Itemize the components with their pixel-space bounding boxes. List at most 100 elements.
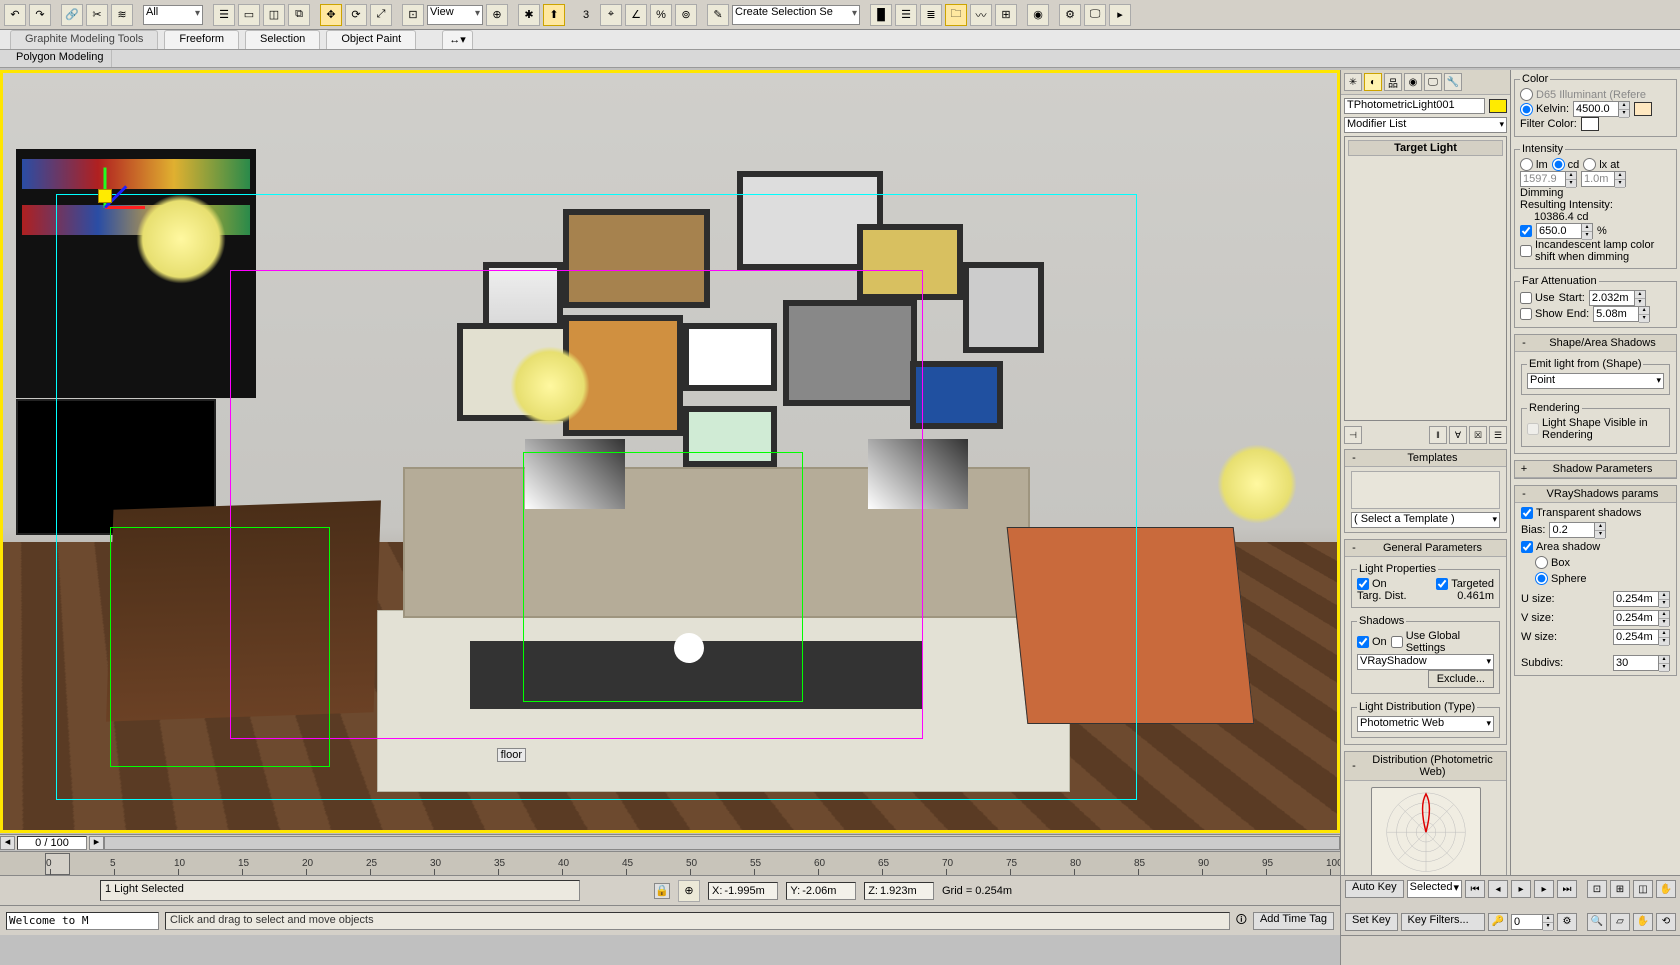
cd-radio[interactable]: cd [1552,158,1580,171]
utilities-tab-icon[interactable]: 🔧 [1444,73,1462,91]
selection-lock-icon[interactable]: 🔒 [654,883,670,899]
y-coord[interactable]: Y: [786,882,856,900]
active-viewport[interactable]: [ + ] [ VRayPhysicalCamera001 ] [ Smooth… [0,70,1340,833]
box-radio[interactable]: Box [1535,556,1570,569]
angle-snap-button[interactable]: ∠ [625,4,647,26]
shadows-on-check[interactable]: On [1357,636,1387,648]
tab-graphite[interactable]: Graphite Modeling Tools [10,30,158,49]
pivot-button[interactable]: ⊕ [486,4,508,26]
lm-radio[interactable]: lm [1520,158,1548,171]
scale-button[interactable]: ⤢ [370,4,392,26]
object-color-swatch[interactable] [1489,99,1507,113]
area-shadow-check[interactable]: Area shadow [1521,541,1670,553]
viewport-nav2[interactable]: ⊞ [1610,880,1630,898]
spinner-snap-button[interactable]: ⊚ [675,4,697,26]
redo-button[interactable]: ↷ [29,4,51,26]
selection-filter[interactable]: All [143,5,203,25]
shape-header[interactable]: -Shape/Area Shadows [1515,335,1676,352]
fov-button[interactable]: ▱ [1610,913,1630,931]
intensity-dist-spinner[interactable]: ▴▾ [1581,171,1626,187]
manipulate-button[interactable]: ✱ [518,4,540,26]
usize-spinner[interactable]: ▴▾ [1613,591,1670,607]
ribbon-sub-polymod[interactable]: Polygon Modeling [8,50,112,67]
render-button[interactable]: ▸ [1109,4,1131,26]
motion-tab-icon[interactable]: ◉ [1404,73,1422,91]
show-end-result-icon[interactable]: ‖ [1429,426,1447,444]
script-lock-icon[interactable]: 🛈 [1236,911,1247,930]
layer-manager-button[interactable]: 🗀 [945,4,967,26]
d65-radio[interactable]: D65 Illuminant (Refere [1520,88,1646,101]
undo-button[interactable]: ↶ [4,4,26,26]
att-end-spinner[interactable]: ▴▾ [1593,306,1650,322]
kelvin-swatch[interactable] [1634,102,1652,116]
unlink-button[interactable]: ✂ [86,4,108,26]
general-params-header[interactable]: -General Parameters [1345,540,1506,557]
template-select[interactable]: ( Select a Template ) [1351,512,1500,528]
select-button[interactable]: ▭ [238,4,260,26]
rendered-frame-button[interactable]: 🖵 [1084,4,1106,26]
filter-swatch[interactable] [1581,117,1599,131]
render-setup-button[interactable]: ⚙ [1059,4,1081,26]
zoom-button[interactable]: 🔍 [1587,913,1607,931]
dist-web-header[interactable]: -Distribution (Photometric Web) [1345,752,1506,781]
trackbar-track[interactable] [104,836,1340,850]
layers-button[interactable]: ≣ [920,4,942,26]
auto-key-button[interactable]: Auto Key [1345,880,1404,898]
tab-object-paint[interactable]: Object Paint [326,30,416,49]
modifier-stack[interactable]: Target Light [1344,136,1507,421]
named-sel-button[interactable]: ✎ [707,4,729,26]
key-filter-select[interactable]: Selected [1407,880,1462,898]
time-tag-button[interactable]: Add Time Tag [1253,912,1334,930]
targeted-check[interactable]: Targeted [1436,578,1494,590]
set-key-button[interactable]: Set Key [1345,913,1398,931]
x-coord[interactable]: X: [708,882,778,900]
modifier-list[interactable]: Modifier List [1344,117,1507,133]
material-editor-button[interactable]: ◉ [1027,4,1049,26]
frame-display[interactable] [17,836,87,850]
move-button[interactable]: ✥ [320,4,342,26]
configure-sets-icon[interactable]: ☰ [1489,426,1507,444]
att-show-check[interactable]: Show [1520,308,1563,320]
window-crossing-button[interactable]: ⧉ [288,4,310,26]
kelvin-spinner[interactable]: ▴▾ [1573,101,1630,117]
display-tab-icon[interactable]: 🖵 [1424,73,1442,91]
ref-coord-button[interactable]: ⊡ [402,4,424,26]
kelvin-radio[interactable]: Kelvin: [1520,103,1569,116]
bind-button[interactable]: ≋ [111,4,133,26]
snap-toggle-button[interactable]: ⌖ [600,4,622,26]
att-use-check[interactable]: Use [1520,292,1555,304]
use-global-check[interactable]: Use Global Settings [1391,630,1494,654]
remove-mod-icon[interactable]: ☒ [1469,426,1487,444]
prev-frame-button[interactable]: ◂ [1488,880,1508,898]
rotate-button[interactable]: ⟳ [345,4,367,26]
tab-selection[interactable]: Selection [245,30,320,49]
intensity-spinner[interactable]: ▴▾ [1520,171,1577,187]
curve-editor-button[interactable]: 〰 [970,4,992,26]
goto-end-button[interactable]: ⏭ [1557,880,1577,898]
trackbar-prev[interactable]: ◂ [0,836,15,850]
key-filters-button[interactable]: Key Filters... [1401,913,1485,931]
ref-coord-system[interactable]: View [427,5,483,25]
percent-snap-button[interactable]: % [650,4,672,26]
key-mode-button[interactable]: 🔑 [1488,913,1508,931]
stack-item-target-light[interactable]: Target Light [1348,140,1503,156]
timeline[interactable]: 0510152025303540455055606570758085909510… [0,851,1340,875]
pin-stack-icon[interactable]: ⊣ [1344,426,1362,444]
named-sel-set[interactable]: Create Selection Se [732,5,860,25]
move-gizmo[interactable] [70,171,150,251]
incand-check[interactable]: Incandescent lamp color shift when dimmi… [1520,239,1671,263]
exclude-button[interactable]: Exclude... [1428,670,1494,688]
viewport-nav4[interactable]: ✋ [1656,880,1676,898]
make-unique-icon[interactable]: ∀ [1449,426,1467,444]
hierarchy-tab-icon[interactable]: 品 [1384,73,1402,91]
modify-tab-icon[interactable]: ◐ [1364,73,1382,91]
templates-header[interactable]: -Templates [1345,450,1506,467]
shadow-type-select[interactable]: VRayShadow [1357,654,1494,670]
att-start-spinner[interactable]: ▴▾ [1589,290,1646,306]
next-frame-button[interactable]: ▸ [1534,880,1554,898]
time-config-button[interactable]: ⚙ [1557,913,1577,931]
schematic-button[interactable]: ⊞ [995,4,1017,26]
pan-button[interactable]: ✋ [1633,913,1653,931]
current-frame-spinner[interactable]: ▴▾ [1511,914,1554,930]
dim-enable-check[interactable] [1520,225,1532,237]
